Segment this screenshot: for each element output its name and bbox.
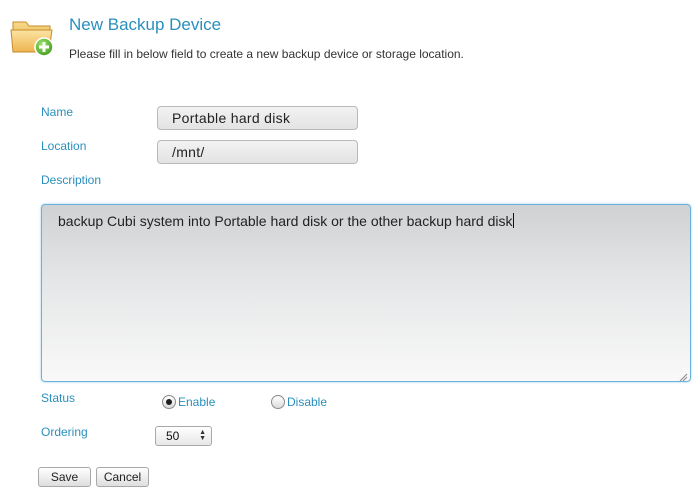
location-label: Location [41, 139, 87, 153]
page-title: New Backup Device [69, 15, 222, 34]
up-down-arrows-icon: ▲ ▼ [199, 429, 206, 442]
ordering-label: Ordering [41, 425, 88, 439]
folder-add-icon [10, 16, 56, 58]
name-field[interactable]: Portable hard disk [157, 106, 358, 130]
cancel-button[interactable]: Cancel [96, 467, 149, 487]
radio-unselected-icon [271, 395, 285, 409]
description-label: Description [41, 173, 102, 187]
name-label: Name [41, 105, 74, 119]
description-text: backup Cubi system into Portable hard di… [58, 213, 513, 229]
status-disable-label: Disable [287, 395, 328, 409]
page-subtitle: Please fill in below field to create a n… [69, 47, 464, 61]
description-textarea[interactable]: backup Cubi system into Portable hard di… [41, 204, 691, 382]
location-field[interactable]: /mnt/ [157, 140, 358, 164]
status-disable-radio[interactable]: Disable [271, 395, 327, 409]
resize-grip-icon[interactable] [678, 369, 688, 381]
radio-selected-icon [162, 395, 176, 409]
status-enable-radio[interactable]: Enable [162, 395, 215, 409]
save-button[interactable]: Save [38, 467, 91, 487]
ordering-value: 50 [166, 429, 180, 443]
ordering-select[interactable]: 50 ▲ ▼ [155, 426, 212, 446]
status-enable-label: Enable [178, 395, 216, 409]
text-caret [513, 213, 515, 228]
status-label: Status [41, 391, 76, 405]
